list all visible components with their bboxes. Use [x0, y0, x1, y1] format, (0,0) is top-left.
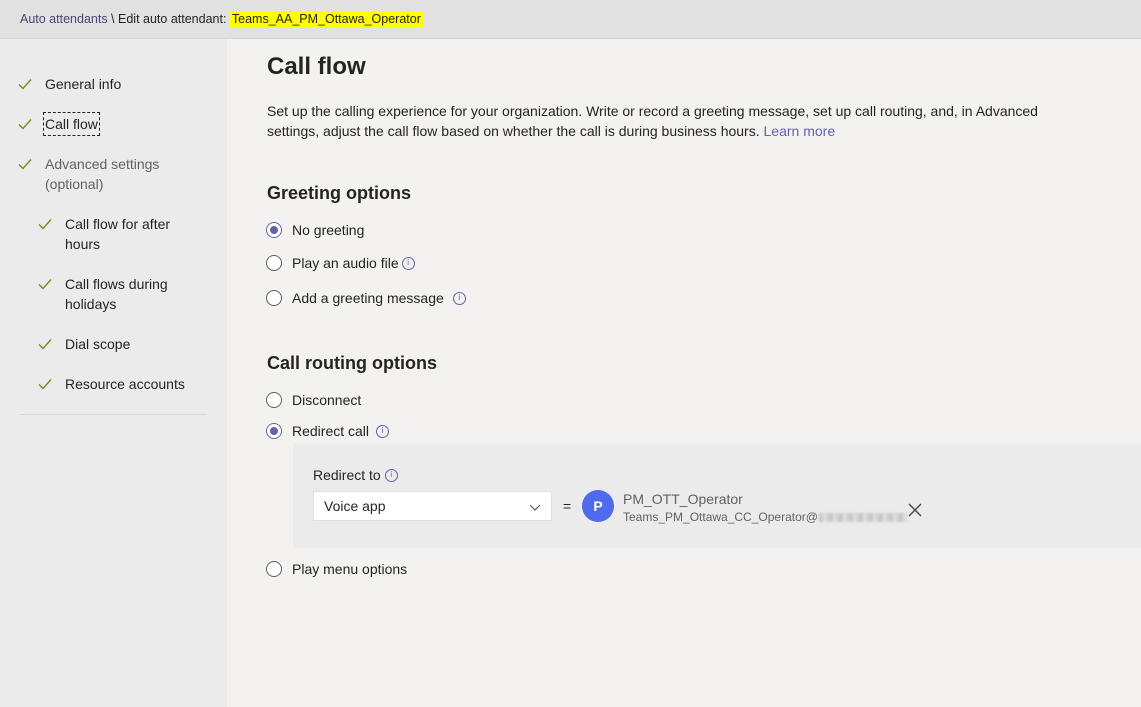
radio-no-greeting[interactable]: No greeting [266, 220, 364, 240]
checkmark-icon [18, 159, 32, 170]
redirect-type-dropdown[interactable]: Voice app [313, 491, 552, 521]
sidebar-item-label-line2: (optional) [45, 176, 104, 192]
sidebar-item-resource-accounts[interactable]: Resource accounts [65, 374, 185, 394]
close-icon[interactable] [907, 502, 923, 518]
sidebar-item-label: Call flows during [65, 276, 168, 292]
chevron-down-icon [529, 504, 541, 511]
breadcrumb-separator: \ [107, 12, 118, 26]
radio-redirect-call[interactable]: Redirect call i [266, 421, 390, 441]
redirect-to-label: Redirect to i [313, 467, 398, 483]
breadcrumb-attendant-name: Teams_AA_PM_Ottawa_Operator [229, 11, 423, 27]
redirect-target-email: Teams_PM_Ottawa_CC_Operator@ [623, 510, 907, 524]
radio-add-greeting-message[interactable]: Add a greeting message i [266, 288, 466, 308]
sidebar-item-general-info[interactable]: General info [45, 74, 121, 94]
equals-sign: = [563, 498, 572, 514]
page-title: Call flow [267, 53, 366, 80]
greeting-options-title: Greeting options [267, 183, 411, 203]
checkmark-icon [38, 279, 52, 290]
checkmark-icon [18, 119, 32, 130]
learn-more-link[interactable]: Learn more [764, 123, 836, 139]
redirect-target-name: PM_OTT_Operator [623, 491, 743, 507]
page-description: Set up the calling experience for your o… [267, 101, 1057, 141]
sidebar-item-label: Advanced settings [45, 156, 160, 172]
description-text: Set up the calling experience for your o… [267, 103, 1038, 139]
main-content: Call flow Set up the calling experience … [227, 39, 1141, 707]
wizard-sidebar: General info Call flow Advanced settings… [0, 39, 227, 707]
avatar: P [582, 490, 614, 522]
sidebar-divider [20, 414, 207, 415]
radio-disconnect[interactable]: Disconnect [266, 390, 361, 410]
redacted-domain [818, 512, 907, 522]
redirect-panel: Redirect to i Voice app = P PM_OTT_Opera… [293, 443, 1141, 548]
radio-button[interactable] [266, 255, 282, 271]
redirect-target-email-text: Teams_PM_Ottawa_CC_Operator@ [623, 510, 818, 524]
dropdown-value: Voice app [324, 498, 386, 514]
call-routing-options-title: Call routing options [267, 353, 437, 373]
sidebar-item-label-line2: hours [65, 236, 101, 252]
sidebar-item-holidays[interactable]: Call flows during holidays [65, 274, 168, 314]
radio-label: Play menu options [292, 561, 408, 577]
radio-button[interactable] [266, 392, 282, 408]
checkmark-icon [38, 379, 52, 390]
radio-label: Add a greeting message [292, 290, 444, 306]
sidebar-item-label-line2: holidays [65, 296, 117, 312]
radio-button[interactable] [266, 222, 282, 238]
radio-label: Redirect call [292, 423, 370, 439]
sidebar-item-after-hours[interactable]: Call flow for after hours [65, 214, 170, 254]
checkmark-icon [38, 339, 52, 350]
checkmark-icon [38, 219, 52, 230]
breadcrumb-edit-prefix: Edit auto attendant: [118, 12, 230, 26]
top-bar: Auto attendants \ Edit auto attendant: T… [0, 0, 1141, 39]
sidebar-item-dial-scope[interactable]: Dial scope [65, 334, 130, 354]
sidebar-item-label: Call flow for after [65, 216, 171, 232]
info-icon[interactable]: i [401, 256, 415, 270]
breadcrumb: Auto attendants \ Edit auto attendant: T… [20, 11, 423, 27]
radio-button[interactable] [266, 290, 282, 306]
checkmark-icon [18, 79, 32, 90]
radio-play-audio-file[interactable]: Play an audio file i [266, 253, 415, 273]
sidebar-item-call-flow[interactable]: Call flow [43, 112, 100, 136]
radio-label: Disconnect [292, 392, 362, 408]
radio-label: No greeting [292, 222, 365, 238]
sidebar-item-advanced-settings[interactable]: Advanced settings (optional) [45, 154, 159, 194]
redirect-to-text: Redirect to [313, 467, 381, 483]
info-icon[interactable]: i [452, 291, 466, 305]
info-icon[interactable]: i [384, 468, 398, 482]
radio-play-menu-options[interactable]: Play menu options [266, 559, 407, 579]
info-icon[interactable]: i [376, 424, 390, 438]
breadcrumb-auto-attendants-link[interactable]: Auto attendants [20, 12, 108, 26]
radio-button[interactable] [266, 423, 282, 439]
radio-label: Play an audio file [292, 255, 399, 271]
radio-button[interactable] [266, 561, 282, 577]
